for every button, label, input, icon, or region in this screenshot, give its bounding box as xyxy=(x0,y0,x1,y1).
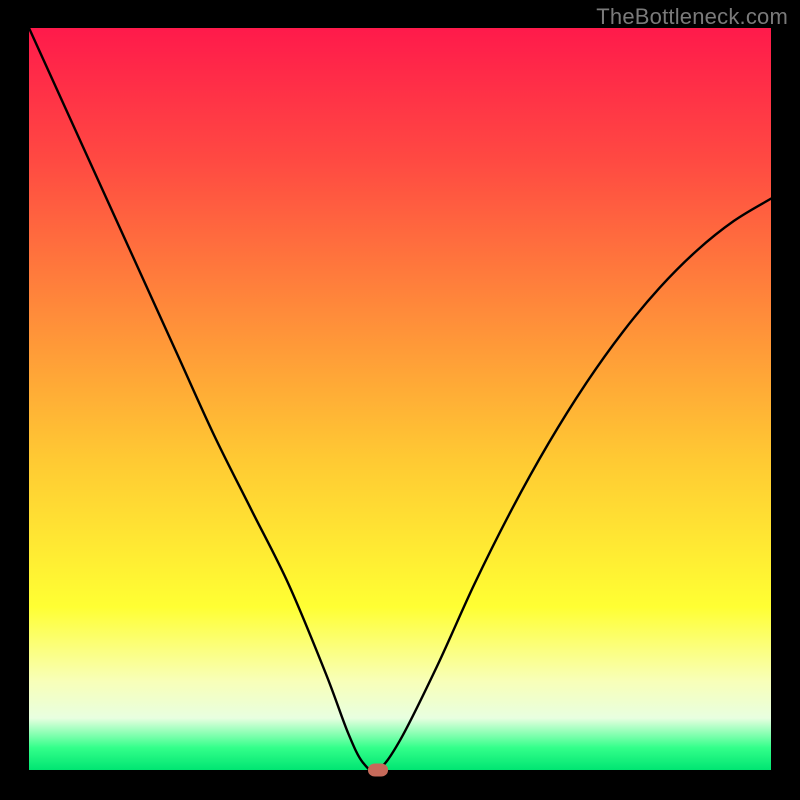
watermark-text: TheBottleneck.com xyxy=(596,4,788,30)
chart-plot-area xyxy=(29,28,771,770)
optimum-point-marker xyxy=(368,764,388,777)
bottleneck-curve xyxy=(29,28,771,770)
